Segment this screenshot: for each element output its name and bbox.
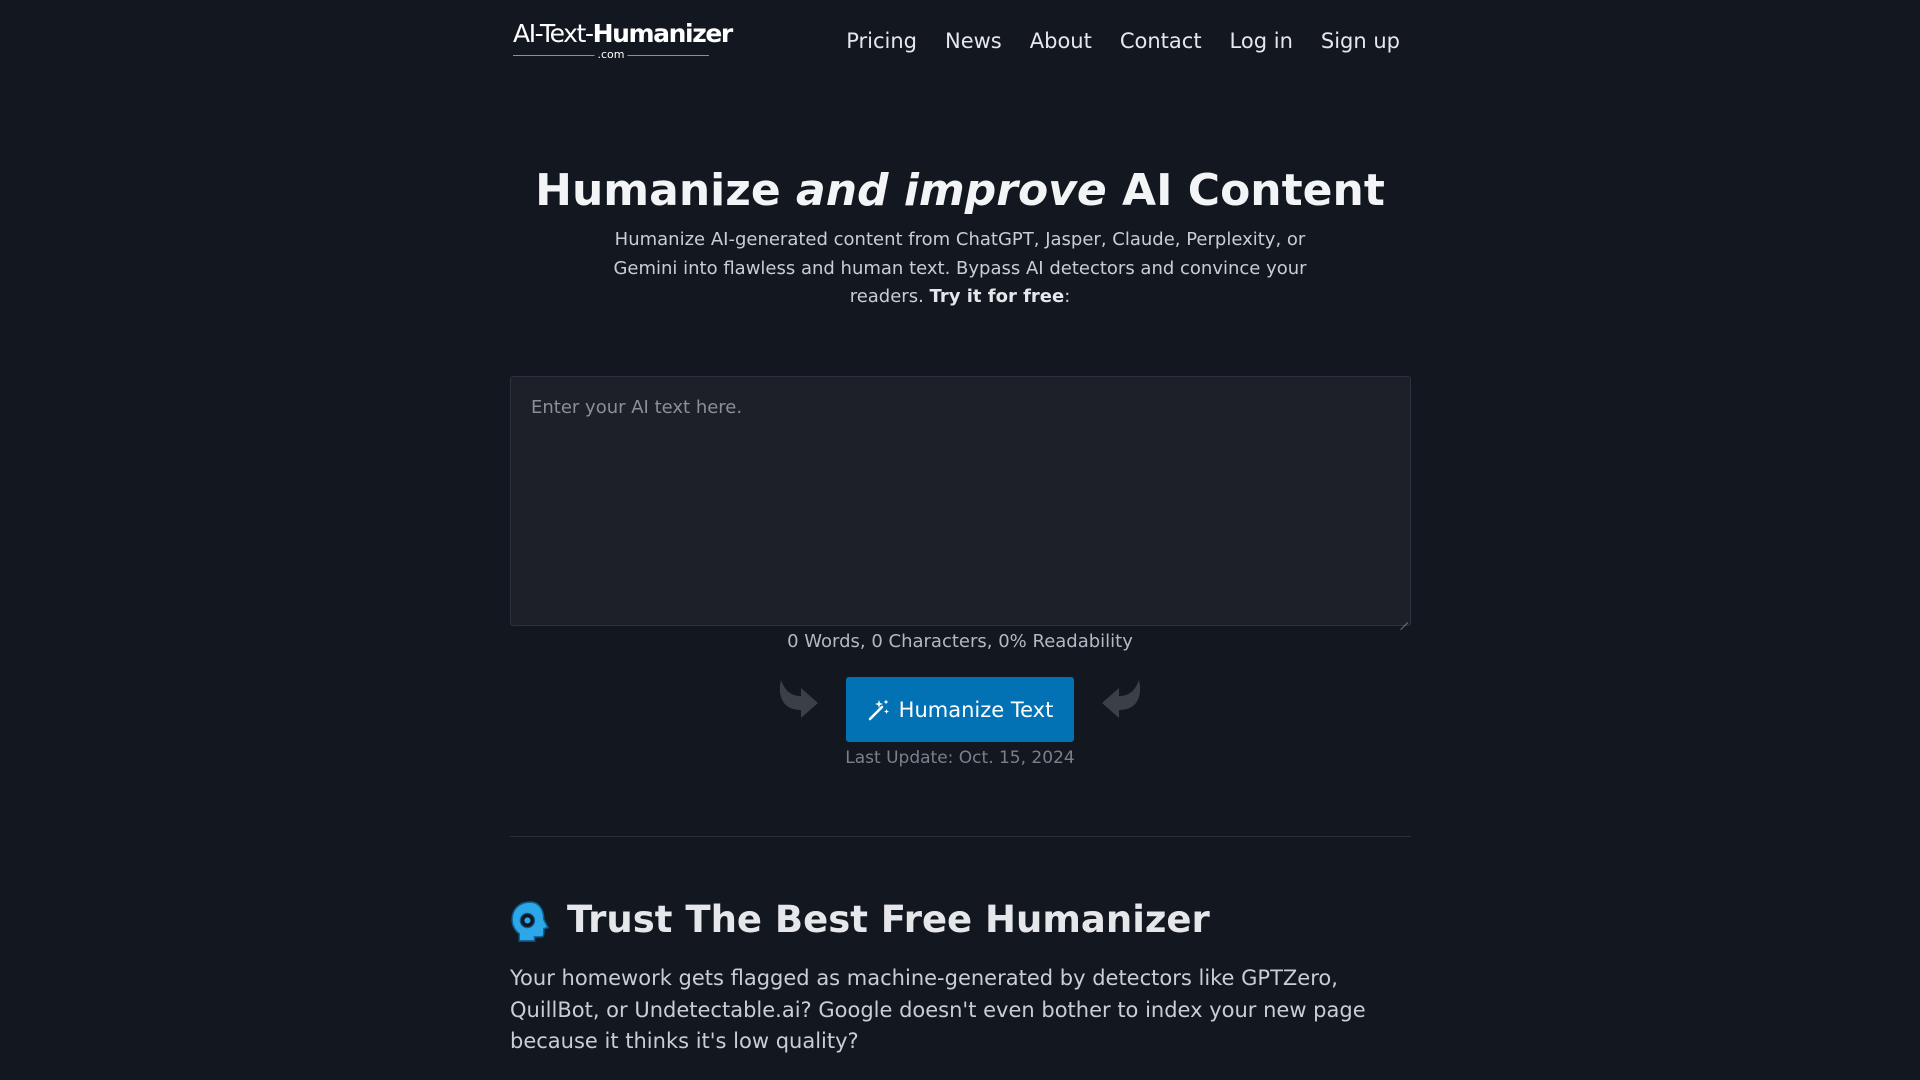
- page-subtitle: Humanize AI-generated content from ChatG…: [613, 229, 1307, 307]
- page-title: Humanize and improve AI Content: [535, 165, 1385, 216]
- site-logo[interactable]: AI-Text-Humanizer .com: [513, 19, 733, 61]
- nav-news[interactable]: News: [945, 27, 1002, 55]
- nav-about[interactable]: About: [1030, 27, 1092, 55]
- trust-section-title: Trust The Best Free Humanizer: [567, 898, 1210, 941]
- section-divider: [510, 836, 1411, 837]
- nav-pricing[interactable]: Pricing: [846, 27, 917, 55]
- curved-arrow-right-icon: [779, 680, 818, 718]
- page: AI-Text-Humanizer .com Pricing News Abou…: [0, 0, 1920, 1080]
- ai-text-input[interactable]: [511, 377, 1410, 625]
- nav-signup[interactable]: Sign up: [1321, 27, 1400, 55]
- trust-section-text: Your homework gets flagged as machine-ge…: [510, 966, 1366, 1053]
- free-trial-callout: Try it for free: [929, 286, 1065, 307]
- nav-login[interactable]: Log in: [1230, 27, 1293, 55]
- ai-text-editor: [510, 376, 1411, 626]
- logo-domain: .com: [513, 48, 709, 61]
- curved-arrow-left-icon: [1102, 680, 1141, 718]
- human-head-icon: [511, 901, 550, 942]
- logo-wordmark: AI-Text-Humanizer: [513, 19, 733, 48]
- last-update: Last Update: Oct. 15, 2024: [845, 748, 1075, 768]
- text-stats: 0 Words, 0 Characters, 0% Readability: [787, 631, 1133, 652]
- humanize-text-button[interactable]: Humanize Text: [846, 677, 1074, 742]
- site-header: AI-Text-Humanizer .com Pricing News Abou…: [510, 0, 1411, 84]
- resize-handle[interactable]: [1400, 615, 1408, 623]
- humanize-button-label: Humanize Text: [898, 697, 1054, 722]
- main-nav: Pricing News About Contact Log in Sign u…: [818, 27, 1400, 55]
- magic-wand-icon: [868, 699, 889, 720]
- nav-contact[interactable]: Contact: [1120, 27, 1202, 55]
